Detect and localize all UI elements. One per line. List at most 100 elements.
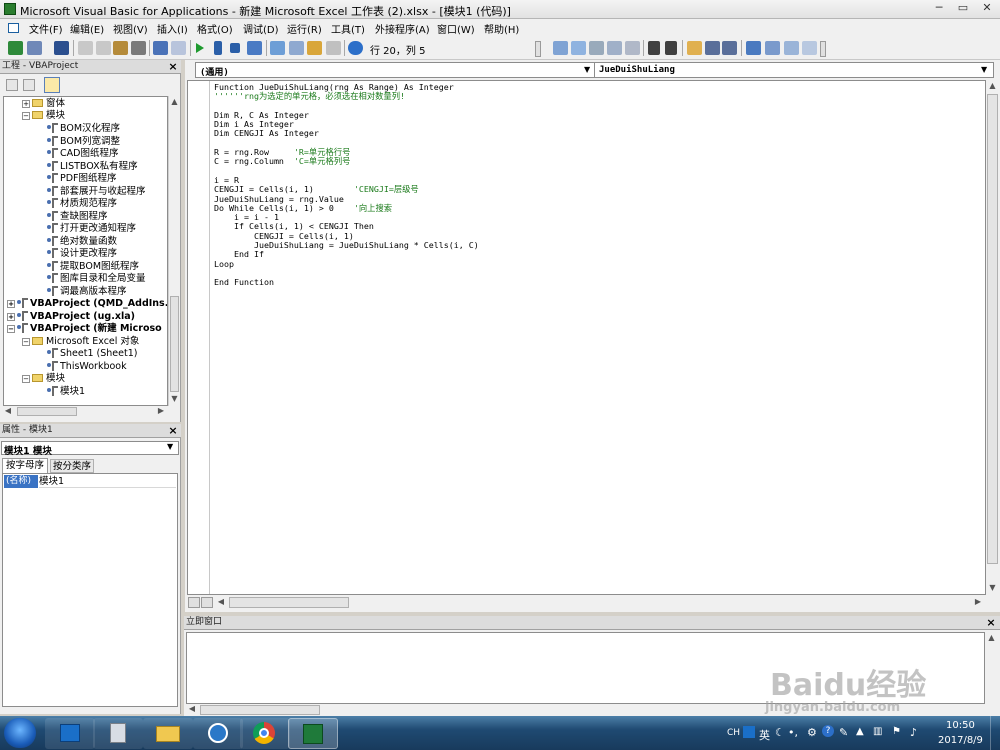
scroll-left-icon[interactable]: ◀ xyxy=(3,405,13,417)
tree-node-module[interactable]: 设计更改程序 xyxy=(47,248,117,260)
project-vscrollbar[interactable]: ▲ ▼ xyxy=(168,96,179,406)
next-bookmark-icon[interactable] xyxy=(765,41,780,55)
scroll-up-icon[interactable]: ▲ xyxy=(985,632,998,644)
insert-module-icon[interactable] xyxy=(27,41,42,55)
scroll-thumb[interactable] xyxy=(170,296,179,392)
collapse-icon[interactable]: − xyxy=(7,325,15,333)
menu-insert[interactable]: 插入(I) xyxy=(157,21,188,36)
tree-node-sheet[interactable]: Sheet1 (Sheet1) xyxy=(47,348,137,360)
menu-view[interactable]: 视图(V) xyxy=(113,21,148,36)
code-hscrollbar[interactable]: ◀ ▶ xyxy=(215,596,986,609)
tray-expand-icon[interactable]: ▲ xyxy=(856,726,864,737)
toggle-breakpoint-icon[interactable] xyxy=(687,41,702,55)
taskbar-app[interactable] xyxy=(193,718,243,749)
tree-node-module[interactable]: 图库目录和全局变量 xyxy=(47,273,146,285)
vba-doc-icon[interactable] xyxy=(8,23,19,33)
scroll-left-icon[interactable]: ◀ xyxy=(215,596,227,608)
scroll-thumb[interactable] xyxy=(200,705,320,715)
tree-node-module[interactable]: CAD图纸程序 xyxy=(47,148,118,160)
tree-node-module[interactable]: 材质规范程序 xyxy=(47,198,117,210)
maximize-button[interactable]: ▭ xyxy=(952,1,974,16)
code-line[interactable]: Loop xyxy=(214,259,479,269)
dropdown-arrow-icon[interactable]: ▼ xyxy=(584,65,590,74)
immediate-vscrollbar[interactable]: ▲ xyxy=(985,632,998,716)
scroll-right-icon[interactable]: ▶ xyxy=(972,596,984,608)
project-explorer-close-icon[interactable]: × xyxy=(167,61,179,73)
undo-icon[interactable] xyxy=(153,41,168,55)
menu-debug[interactable]: 调试(D) xyxy=(243,21,279,36)
code-editor[interactable]: Function JueDuiShuLiang(rng As Range) As… xyxy=(187,80,986,595)
copy-icon[interactable] xyxy=(96,41,111,55)
tree-node-module[interactable]: BOM列宽调整 xyxy=(47,135,120,148)
scroll-thumb[interactable] xyxy=(987,94,998,564)
dropdown-arrow-icon[interactable]: ▼ xyxy=(981,65,987,74)
object-combo[interactable]: (通用) ▼ xyxy=(195,62,595,78)
find-icon[interactable] xyxy=(131,41,146,55)
comment-block-icon[interactable] xyxy=(705,41,720,55)
indent-icon[interactable] xyxy=(648,41,660,55)
reset-icon[interactable] xyxy=(230,43,240,53)
tab-alphabetic[interactable]: 按字母序 xyxy=(2,458,48,473)
clock-time[interactable]: 10:50 xyxy=(946,720,975,731)
help-icon[interactable] xyxy=(348,41,363,55)
toggle-bookmark-icon[interactable] xyxy=(746,41,761,55)
property-value-cell[interactable]: 模块1 xyxy=(39,475,176,488)
tree-node-excel-objects[interactable]: − Microsoft Excel 对象 xyxy=(22,336,139,348)
quick-info-icon[interactable] xyxy=(589,41,604,55)
language-indicator[interactable]: CH xyxy=(727,728,740,738)
full-module-view-icon[interactable] xyxy=(201,597,213,608)
break-icon[interactable] xyxy=(214,41,222,55)
object-selector[interactable]: 模块1 模块 ▼ xyxy=(1,441,179,457)
tree-node-module[interactable]: PDF图纸程序 xyxy=(47,173,117,185)
tree-node-module[interactable]: BOM汉化程序 xyxy=(47,123,120,135)
design-mode-icon[interactable] xyxy=(247,41,262,55)
list-constants-icon[interactable] xyxy=(571,41,586,55)
project-explorer-icon[interactable] xyxy=(270,41,285,55)
code-line[interactable] xyxy=(214,167,479,176)
taskbar-calculator[interactable] xyxy=(93,718,143,749)
tree-node-module[interactable]: 打开更改通知程序 xyxy=(47,223,136,235)
close-button[interactable]: ✕ xyxy=(976,1,998,16)
expand-icon[interactable]: + xyxy=(7,300,15,308)
tree-node-project[interactable]: + VBAProject (ug.xla) xyxy=(7,310,135,323)
expand-icon[interactable]: + xyxy=(7,312,15,321)
tree-node-modules[interactable]: − 模块 xyxy=(22,373,65,385)
procedure-view-icon[interactable] xyxy=(188,597,200,608)
dropdown-arrow-icon[interactable]: ▼ xyxy=(167,442,173,451)
menu-file[interactable]: 文件(F) xyxy=(29,21,63,36)
tree-node-module[interactable]: 提取BOM图纸程序 xyxy=(47,260,139,273)
menu-run[interactable]: 运行(R) xyxy=(287,21,322,36)
menu-addins[interactable]: 外接程序(A) xyxy=(375,21,430,36)
property-name-cell[interactable]: (名称) xyxy=(4,475,38,488)
taskbar-explorer[interactable] xyxy=(143,718,193,749)
toggle-folders-icon[interactable] xyxy=(44,77,60,93)
scroll-thumb[interactable] xyxy=(229,597,349,608)
settings-icon[interactable]: ⚙ xyxy=(807,726,817,739)
scroll-thumb[interactable] xyxy=(17,407,77,416)
save-icon[interactable] xyxy=(54,41,69,55)
complete-word-icon[interactable] xyxy=(625,41,640,55)
tree-node-module[interactable]: LISTBOX私有程序 xyxy=(47,160,138,173)
scroll-down-icon[interactable]: ▼ xyxy=(169,393,180,405)
immediate-close-icon[interactable]: × xyxy=(985,617,997,629)
tree-node-project[interactable]: + VBAProject (QMD_AddIns.x xyxy=(7,298,167,310)
toolbar-overflow[interactable] xyxy=(820,41,826,57)
taskbar-outlook[interactable] xyxy=(45,718,95,749)
taskbar-excel[interactable] xyxy=(288,718,338,749)
code-text[interactable]: Function JueDuiShuLiang(rng As Range) As… xyxy=(214,82,479,288)
toolbox-icon[interactable] xyxy=(326,41,341,55)
collapse-icon[interactable]: − xyxy=(22,112,30,120)
view-object-icon[interactable] xyxy=(23,79,35,91)
toolbar-overflow[interactable] xyxy=(535,41,541,57)
code-line[interactable]: ''''''rng为选定的单元格，必须选在相对数量列! xyxy=(214,92,479,101)
run-icon[interactable] xyxy=(196,43,204,53)
ime-mode[interactable]: 英 xyxy=(759,727,770,743)
tool-icon[interactable]: ✎ xyxy=(839,726,848,739)
menu-help[interactable]: 帮助(H) xyxy=(484,21,519,36)
clock-date[interactable]: 2017/8/9 xyxy=(938,735,983,746)
network-icon[interactable]: ▥ xyxy=(873,726,882,737)
minimize-button[interactable]: ─ xyxy=(928,1,950,16)
menu-tools[interactable]: 工具(T) xyxy=(331,21,365,36)
scroll-down-icon[interactable]: ▼ xyxy=(986,582,999,594)
tree-node-project[interactable]: − VBAProject (新建 Microso xyxy=(7,323,162,335)
